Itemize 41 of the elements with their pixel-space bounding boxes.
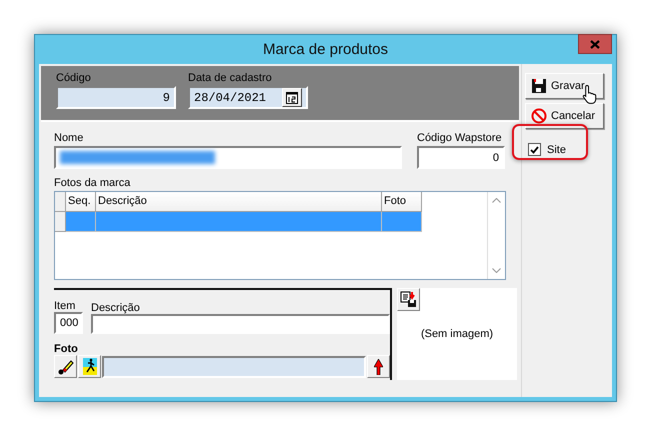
field-label: Foto	[54, 343, 79, 355]
close-button[interactable]	[578, 34, 612, 54]
row-indicator	[55, 192, 66, 212]
scroll-down-icon[interactable]	[492, 268, 501, 273]
wapstore-code-field[interactable]: 0	[417, 146, 505, 169]
field-label: Código	[56, 72, 92, 84]
cancel-button[interactable]: Cancelar	[525, 103, 604, 129]
row-indicator	[55, 212, 66, 232]
eraser-icon	[57, 358, 74, 375]
field-label: Item	[54, 300, 76, 312]
scroll-up-icon[interactable]	[492, 198, 501, 203]
prohibited-icon	[531, 108, 547, 124]
document-disk-icon	[400, 291, 417, 308]
photo-path-field[interactable]	[102, 356, 366, 378]
eraser-button[interactable]	[54, 355, 77, 378]
field-label: Descrição	[91, 302, 141, 314]
save-button[interactable]: Gravar	[525, 73, 604, 99]
window-title: Marca de produtos	[262, 41, 388, 58]
run-button[interactable]	[78, 355, 101, 378]
site-checkbox[interactable]: Site	[528, 143, 612, 156]
field-label: Nome	[54, 132, 84, 144]
code-field[interactable]: 9	[56, 86, 176, 109]
calendar-icon	[286, 92, 298, 104]
up-arrow-icon	[374, 358, 383, 374]
field-label: Código Wapstore	[417, 132, 503, 144]
date-field[interactable]: 28/04/2021	[188, 86, 308, 109]
description-field[interactable]	[91, 314, 390, 334]
section-label: Fotos da marca	[54, 177, 132, 189]
column-header[interactable]: Foto	[382, 192, 422, 212]
calendar-button[interactable]	[282, 88, 302, 107]
check-icon	[530, 146, 539, 154]
column-header[interactable]: Seq.	[66, 192, 96, 212]
save-image-button[interactable]	[397, 288, 420, 311]
name-field[interactable]	[54, 146, 402, 169]
close-icon	[590, 40, 600, 48]
no-image-text: (Sem imagem)	[420, 328, 494, 340]
field-label: Data de cadastro	[188, 72, 273, 84]
item-field[interactable]: 000	[54, 312, 83, 334]
column-header[interactable]: Descrição	[96, 192, 382, 212]
running-figure-icon	[82, 358, 96, 375]
upload-button[interactable]	[367, 355, 390, 378]
